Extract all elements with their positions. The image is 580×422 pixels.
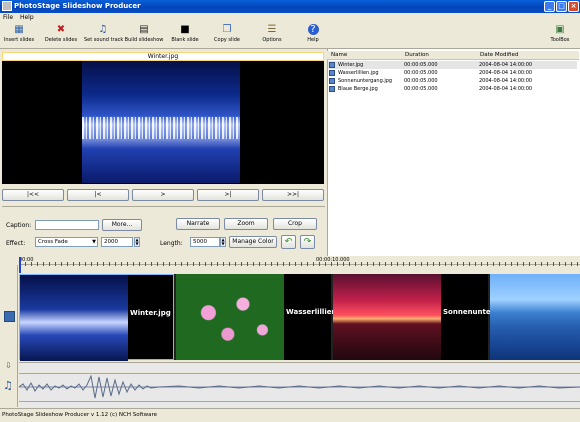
status-bar: PhotoStage Slideshow Producer v 1.12 (c)… [0, 408, 580, 422]
image-file-icon [329, 62, 335, 68]
build-slideshow-button[interactable]: ▤ Build slideshow [124, 24, 164, 48]
toolbox-button[interactable]: ▣ ToolBox [546, 24, 574, 48]
insert-slides-button[interactable]: ▦ Insert slides [3, 24, 35, 48]
length-stepper[interactable]: ▲ ▼ [220, 237, 226, 247]
play-button[interactable]: > [132, 189, 194, 201]
file-row[interactable]: Wasserlillien.jpg 00:00:05.000 2004-08-04 … [328, 69, 577, 77]
options-icon: ☰ [267, 24, 277, 35]
manage-color-button[interactable]: Manage Color [229, 236, 277, 248]
column-name[interactable]: Name [331, 52, 347, 58]
clapperboard-icon: ▤ [139, 24, 149, 35]
menu-file[interactable]: File [0, 13, 15, 21]
slide-edit-panel [2, 206, 325, 256]
column-duration[interactable]: Duration [405, 52, 429, 58]
audio-waveform [19, 375, 580, 399]
length-input[interactable]: 5000 [190, 237, 220, 247]
timeline-scrollbar[interactable] [19, 401, 580, 407]
effect-duration-stepper[interactable]: ▲ ▼ [134, 237, 140, 247]
delete-slides-icon: ✖ [56, 24, 66, 35]
first-slide-button[interactable]: |<< [2, 189, 64, 201]
rotate-right-icon: ↷ [303, 237, 312, 247]
copy-slide-icon: ❐ [222, 24, 232, 35]
menu-help[interactable]: Help [17, 13, 36, 21]
rotate-left-button[interactable]: ↶ [281, 235, 296, 249]
timeline-clip[interactable] [490, 274, 580, 360]
effect-duration-input[interactable]: 2000 [101, 237, 133, 247]
playhead[interactable] [19, 257, 21, 273]
help-icon: ? [307, 24, 319, 35]
preview-filename: Winter.jpg [2, 52, 324, 61]
clip-thumbnail [176, 274, 284, 360]
image-track-icon [4, 311, 15, 322]
sound-track-icon: ♫ [98, 24, 108, 35]
narration-track[interactable] [19, 362, 580, 372]
file-row[interactable]: Blaue Berge.jpg 00:00:05.000 2004-08-04 14… [328, 85, 577, 93]
blank-slide-icon: ■ [180, 24, 190, 35]
toolbox-icon: ▣ [555, 24, 565, 35]
effect-select[interactable]: Cross Fade ▼ [35, 237, 98, 247]
next-slide-button[interactable]: >| [197, 189, 259, 201]
clip-thumbnail [333, 274, 441, 360]
menu-bar: File Help [0, 13, 580, 22]
music-note-icon: ♫ [3, 379, 13, 392]
effect-value: Cross Fade [38, 239, 68, 245]
ruler-ticks [19, 262, 580, 266]
toolbar: ▦ Insert slides ✖ Delete slides ♫ Set sound… [0, 22, 580, 49]
timeline-clip[interactable]: Wasserlillien. [176, 274, 339, 360]
chevron-down-icon: ▼ [92, 239, 96, 245]
help-button[interactable]: ? Help [302, 24, 324, 48]
insert-slides-icon: ▦ [14, 24, 24, 35]
image-file-icon [329, 70, 335, 76]
window-title: PhotoStage Slideshow Producer [14, 2, 141, 10]
track-icons: ⇩ ♫ [0, 265, 18, 407]
options-button[interactable]: ☰ Options [258, 24, 286, 48]
column-date-modified[interactable]: Date Modified [480, 52, 518, 58]
image-file-icon [329, 78, 335, 84]
zoom-button[interactable]: Zoom [224, 218, 268, 230]
timeline-clip[interactable]: Winter.jpg [19, 274, 174, 361]
file-row[interactable]: Sonnenuntergang.jpg 00:00:05.000 2004-08-0… [328, 77, 577, 85]
caption-input[interactable] [35, 220, 99, 230]
clip-thumbnail [490, 274, 580, 360]
narrate-button[interactable]: Narrate [176, 218, 220, 230]
preview-image-detail [82, 117, 240, 139]
previous-slide-button[interactable]: |< [67, 189, 129, 201]
delete-slides-button[interactable]: ✖ Delete slides [44, 24, 78, 48]
maximize-button[interactable]: □ [556, 1, 567, 12]
length-label: Length: [160, 240, 183, 247]
minimize-button[interactable]: _ [544, 1, 555, 12]
app-icon [2, 1, 12, 11]
blank-slide-button[interactable]: ■ Blank slide [170, 24, 200, 48]
timeline-clip[interactable]: Sonnenunterg [333, 274, 499, 360]
effect-label: Effect: [6, 240, 26, 247]
image-file-icon [329, 86, 335, 92]
caption-label: Caption: [6, 222, 32, 229]
clip-label: Wasserlillien. [286, 308, 340, 316]
rotate-right-button[interactable]: ↷ [300, 235, 315, 249]
clip-label: Winter.jpg [130, 309, 171, 317]
microphone-icon: ⇩ [5, 361, 12, 370]
clip-thumbnail [20, 275, 128, 361]
file-list-header: Name Duration Date Modified [327, 51, 579, 60]
more-button[interactable]: More... [102, 219, 142, 231]
set-sound-track-button[interactable]: ♫ Set sound track [84, 24, 123, 48]
title-bar: PhotoStage Slideshow Producer _ □ × [0, 0, 580, 13]
crop-button[interactable]: Crop [273, 218, 317, 230]
last-slide-button[interactable]: >>| [262, 189, 324, 201]
file-row[interactable]: Winter.jpg 00:00:05.000 2004-08-04 14:00:0… [328, 61, 577, 69]
close-button[interactable]: × [568, 1, 579, 12]
copy-slide-button[interactable]: ❐ Copy slide [212, 24, 242, 48]
rotate-left-icon: ↶ [284, 237, 293, 247]
